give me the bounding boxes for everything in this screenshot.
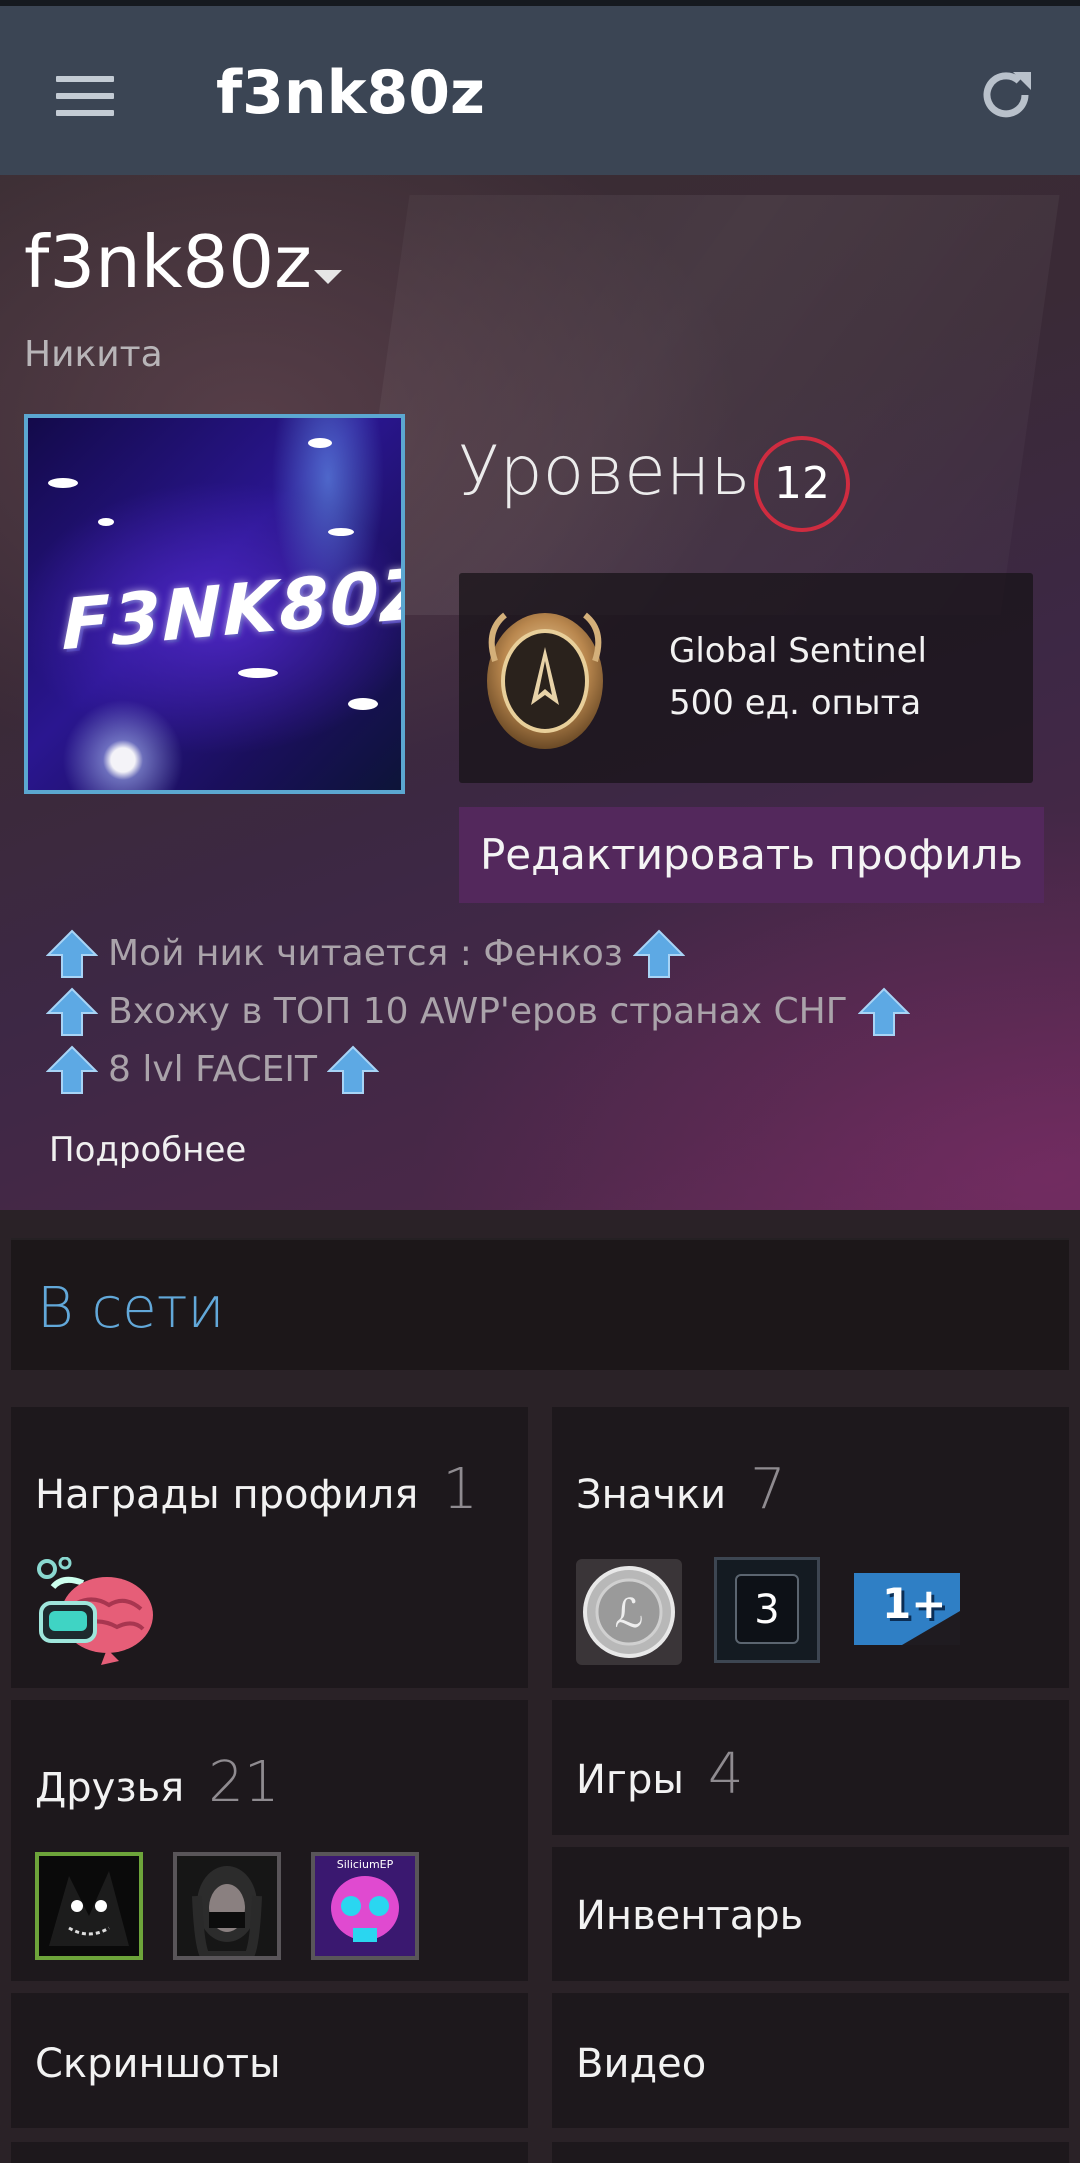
page-title: f3nk80z — [216, 58, 485, 128]
tile-count: 7 — [750, 1457, 786, 1522]
featured-badge-title: Global Sentinel — [669, 631, 928, 671]
avatar-text: F3NK80Z — [62, 551, 405, 667]
chevron-down-icon[interactable] — [314, 270, 342, 284]
svg-text:ℒ: ℒ — [615, 1591, 644, 1637]
brain-award-icon — [33, 1556, 157, 1667]
profile-real-name: Никита — [24, 334, 163, 375]
up-arrow-icon — [45, 929, 99, 979]
featured-badge-xp: 500 ед. опыта — [669, 683, 922, 723]
tile-label: Инвентарь — [576, 1893, 804, 1939]
tile-label: Видео — [576, 2041, 707, 2087]
online-status-text: В сети — [37, 1276, 225, 1341]
summary-line: Вхожу в ТОП 10 AWP'еров странах СНГ — [45, 982, 1046, 1040]
level-label: Уровень — [458, 432, 751, 511]
edit-profile-button[interactable]: Редактировать профиль — [459, 807, 1044, 903]
up-arrow-icon — [45, 987, 99, 1037]
tile-badges[interactable]: Значки 7 ℒ 3 1+ — [552, 1407, 1069, 1688]
global-sentinel-medal-icon — [485, 601, 605, 755]
top-app-bar: f3nk80z — [0, 0, 1080, 175]
refresh-icon[interactable] — [975, 64, 1037, 126]
profile-avatar[interactable]: F3NK80Z — [24, 414, 405, 794]
friend-avatar[interactable] — [173, 1852, 281, 1960]
up-arrow-icon — [326, 1045, 380, 1095]
summary-line: Мой ник читается : Фенкоз — [45, 924, 1046, 982]
profile-summary: Мой ник читается : Фенкоз Вхожу в ТОП 10… — [45, 924, 1046, 1098]
online-status-bar: В сети — [11, 1238, 1069, 1370]
up-arrow-icon — [857, 987, 911, 1037]
one-plus-badge-icon[interactable]: 1+ — [852, 1571, 962, 1649]
tile-label: Значки — [576, 1472, 727, 1518]
tile-games[interactable]: Игры 4 — [552, 1700, 1069, 1835]
tile-partial — [11, 2142, 528, 2163]
level-badge[interactable]: 12 — [754, 436, 850, 532]
tile-screenshots[interactable]: Скриншоты — [11, 1993, 528, 2128]
tile-count: 21 — [208, 1750, 280, 1815]
hamburger-menu-icon[interactable] — [56, 76, 114, 116]
summary-line: 8 lvl FACEIT — [45, 1040, 1046, 1098]
tile-count: 1 — [442, 1457, 478, 1522]
up-arrow-icon — [45, 1045, 99, 1095]
tile-inventory[interactable]: Инвентарь — [552, 1847, 1069, 1981]
featured-badge-card[interactable]: Global Sentinel 500 ед. опыта — [459, 573, 1033, 783]
years-of-service-badge-icon[interactable]: 3 — [714, 1557, 820, 1663]
coin-badge-icon[interactable]: ℒ — [576, 1559, 682, 1665]
tile-label: Игры — [576, 1757, 684, 1803]
tile-label: Награды профиля — [35, 1472, 419, 1518]
tile-label: Скриншоты — [35, 2041, 281, 2087]
tile-friends[interactable]: Друзья 21 SiliciumEP — [11, 1700, 528, 1981]
friend-avatar[interactable] — [35, 1852, 143, 1960]
tile-videos[interactable]: Видео — [552, 1993, 1069, 2128]
tile-partial — [552, 2142, 1069, 2163]
profile-username[interactable]: f3nk80z — [24, 220, 312, 304]
up-arrow-icon — [632, 929, 686, 979]
tile-profile-awards[interactable]: Награды профиля 1 — [11, 1407, 528, 1688]
friend-avatar[interactable]: SiliciumEP — [311, 1852, 419, 1960]
tile-count: 4 — [707, 1742, 744, 1807]
read-more-link[interactable]: Подробнее — [49, 1130, 246, 1170]
tile-label: Друзья — [35, 1765, 185, 1811]
